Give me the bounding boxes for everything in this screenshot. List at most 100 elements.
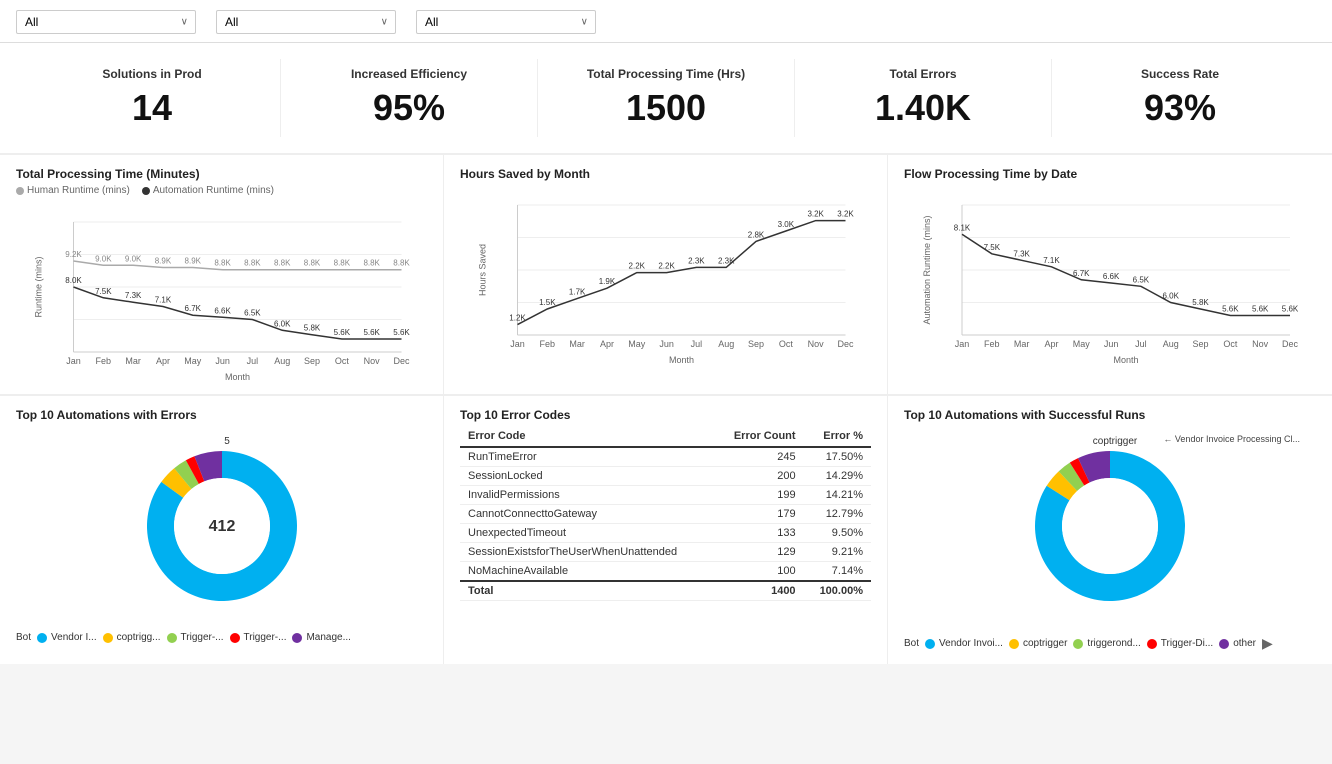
svg-text:8.8K: 8.8K [304,259,321,268]
project-filter-group: All [216,8,396,34]
svg-text:Apr: Apr [1044,339,1058,349]
errors-legend-item-1: coptrigg... [103,632,161,643]
kpi-label-0: Solutions in Prod [40,67,264,81]
flow-processing-svg: JanFebMarAprMayJunJulAugSepOctNovDecMont… [904,185,1316,365]
error-row-6: NoMachineAvailable 100 7.14% [460,562,871,582]
error-row-2: InvalidPermissions 199 14.21% [460,486,871,505]
project-select-wrapper[interactable]: All [216,10,396,34]
error-count-5: 129 [715,543,803,562]
svg-text:2.2K: 2.2K [658,262,675,271]
svg-text:6.0K: 6.0K [274,319,291,328]
success-legend-item-1: coptrigger [1009,638,1067,649]
flow-processing-chart-panel: Flow Processing Time by Date JanFebMarAp… [888,155,1332,395]
svg-text:Runtime (mins): Runtime (mins) [34,256,44,317]
hours-saved-title: Hours Saved by Month [460,167,871,181]
error-total-row: Total 1400 100.00% [460,581,871,601]
error-count-4: 133 [715,524,803,543]
filter-bar: All All All [0,0,1332,43]
error-pct-3: 12.79% [804,505,871,524]
svg-text:Oct: Oct [1223,339,1238,349]
bot-label: Bot [16,632,31,643]
svg-text:412: 412 [208,518,235,535]
svg-text:6.0K: 6.0K [1162,292,1179,301]
human-runtime-dot [16,187,24,195]
auto-runtime-legend: Automation Runtime (mins) [142,185,274,196]
svg-text:Jul: Jul [691,339,703,349]
col-error-code: Error Code [460,426,715,447]
kpi-value-1: 95% [297,87,521,129]
errors-donut-panel: Top 10 Automations with Errors 4125 Bot … [0,395,444,664]
svg-text:Sep: Sep [304,356,320,366]
hours-saved-chart: JanFebMarAprMayJunJulAugSepOctNovDecMont… [460,185,871,365]
department-select-wrapper[interactable]: All [16,10,196,34]
svg-text:5.6K: 5.6K [1222,305,1239,314]
svg-text:Jun: Jun [659,339,674,349]
success-side-label: ← Vendor Invoice Processing Cl... [1163,434,1300,444]
auto-runtime-dot [142,187,150,195]
errors-donut-legend: Bot Vendor I... coptrigg... Trigger-... … [16,632,427,643]
kpi-label-4: Success Rate [1068,67,1292,81]
error-codes-table: Error Code Error Count Error % RunTimeEr… [460,426,871,601]
svg-text:Mar: Mar [125,356,141,366]
svg-text:7.3K: 7.3K [125,291,142,300]
svg-text:5.6K: 5.6K [334,328,351,337]
svg-text:Mar: Mar [569,339,585,349]
svg-text:Aug: Aug [1163,339,1179,349]
success-legend-item-0: Vendor Invoi... [925,638,1003,649]
svg-text:9.0K: 9.0K [125,254,142,263]
svg-text:6.7K: 6.7K [1073,269,1090,278]
solution-select-wrapper[interactable]: All [416,10,596,34]
svg-text:3.0K: 3.0K [778,220,795,229]
kpi-value-0: 14 [40,87,264,129]
svg-text:8.8K: 8.8K [214,259,231,268]
svg-text:Apr: Apr [156,356,170,366]
svg-text:Aug: Aug [718,339,734,349]
kpi-item-2: Total Processing Time (Hrs) 1500 [538,59,795,137]
success-donut-panel: Top 10 Automations with Successful Runs … [888,395,1332,664]
solution-filter-group: All [416,8,596,34]
svg-text:Oct: Oct [779,339,794,349]
total-processing-chart-panel: Total Processing Time (Minutes) Human Ru… [0,155,444,395]
svg-text:7.5K: 7.5K [95,287,112,296]
svg-text:5.8K: 5.8K [304,324,321,333]
total-processing-title: Total Processing Time (Minutes) [16,167,427,181]
success-legend-item-3: Trigger-Di... [1147,638,1213,649]
svg-text:7.5K: 7.5K [984,243,1001,252]
success-bot-label: Bot [904,638,919,649]
kpi-label-3: Total Errors [811,67,1035,81]
error-pct-5: 9.21% [804,543,871,562]
svg-text:Nov: Nov [808,339,825,349]
svg-text:Sep: Sep [748,339,764,349]
svg-text:May: May [1073,339,1091,349]
svg-text:8.9K: 8.9K [185,257,202,266]
error-pct-6: 7.14% [804,562,871,582]
department-select[interactable]: All [16,10,196,34]
svg-text:5: 5 [224,436,230,447]
svg-text:5.6K: 5.6K [1252,305,1269,314]
svg-text:Dec: Dec [837,339,854,349]
success-nav-arrow[interactable]: ▶ [1262,635,1273,652]
error-row-0: RunTimeError 245 17.50% [460,447,871,467]
svg-text:Jan: Jan [510,339,525,349]
svg-text:3.2K: 3.2K [837,210,854,219]
solution-select[interactable]: All [416,10,596,34]
project-select[interactable]: All [216,10,396,34]
svg-text:8.8K: 8.8K [274,259,291,268]
svg-text:coptrigger: coptrigger [1093,436,1138,447]
error-pct-0: 17.50% [804,447,871,467]
svg-text:8.8K: 8.8K [393,259,410,268]
svg-text:Feb: Feb [540,339,556,349]
svg-text:Oct: Oct [335,356,350,366]
error-codes-panel: Top 10 Error Codes Error Code Error Coun… [444,395,888,664]
error-pct-4: 9.50% [804,524,871,543]
svg-text:Jan: Jan [66,356,81,366]
error-code-4: UnexpectedTimeout [460,524,715,543]
human-runtime-label: Human Runtime (mins) [27,185,130,196]
error-code-5: SessionExistsforTheUserWhenUnattended [460,543,715,562]
department-filter-group: All [16,8,196,34]
svg-text:6.6K: 6.6K [214,306,231,315]
svg-text:3.2K: 3.2K [807,210,824,219]
svg-text:5.6K: 5.6K [393,328,410,337]
error-codes-table-wrapper[interactable]: Error Code Error Count Error % RunTimeEr… [460,426,871,601]
error-code-0: RunTimeError [460,447,715,467]
